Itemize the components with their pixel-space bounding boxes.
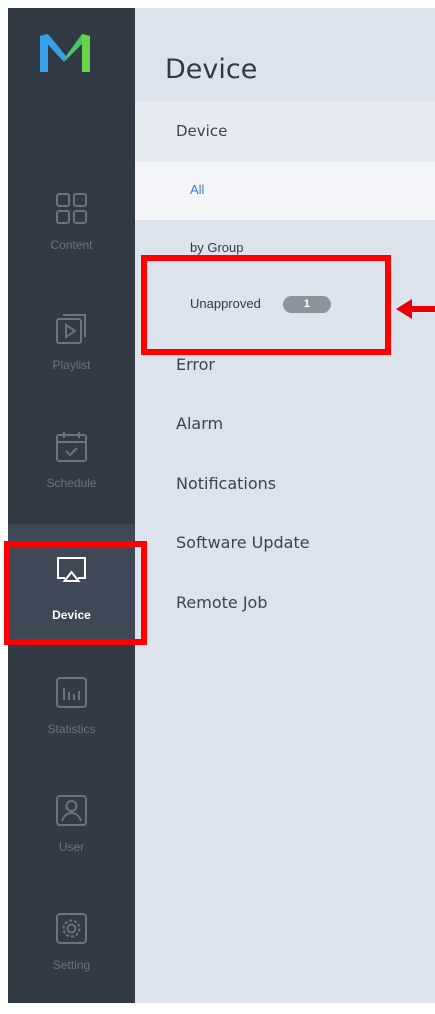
user-icon [56,795,87,826]
menu-software-update[interactable]: Software Update [176,533,310,552]
playlist-icon [56,314,86,344]
menu-notifications[interactable]: Notifications [176,474,276,493]
nav-label-user: User [58,840,85,854]
menu-error[interactable]: Error [176,355,215,374]
nav-content[interactable]: Content [8,176,135,294]
nav-setting[interactable]: Setting [8,896,135,1014]
sub-item-all[interactable]: All [135,162,435,220]
nav-label-playlist: Playlist [52,358,91,372]
nav-playlist[interactable]: Playlist [8,296,135,414]
grid-icon [56,193,87,224]
sub-item-by-group[interactable]: by Group [190,240,243,255]
gear-icon [56,913,87,944]
nav-label-schedule: Schedule [46,476,97,490]
calendar-icon [56,432,87,462]
menu-remote-job[interactable]: Remote Job [176,593,267,612]
nav-label-statistics: Statistics [47,722,96,736]
page-title: Device [165,54,258,85]
nav-statistics[interactable]: Statistics [8,660,135,778]
sidebar-rail: Content Playlist Schedule Device Statist… [8,8,135,1003]
sub-item-all-label: All [190,182,205,197]
bar-chart-icon [56,677,87,708]
nav-user[interactable]: User [8,778,135,896]
menu-alarm[interactable]: Alarm [176,414,223,433]
device-panel: Device Device All by Group Unapproved 1 E… [135,8,435,1003]
highlight-box-device-nav [4,541,147,645]
nav-label-setting: Setting [52,958,91,972]
nav-label-content: Content [50,238,93,252]
arrow-left-icon [396,299,435,319]
app-logo-icon[interactable] [36,30,94,76]
highlight-box-unapproved [141,255,391,355]
section-device-label: Device [176,122,228,140]
section-device[interactable]: Device [135,102,435,162]
nav-schedule[interactable]: Schedule [8,414,135,532]
